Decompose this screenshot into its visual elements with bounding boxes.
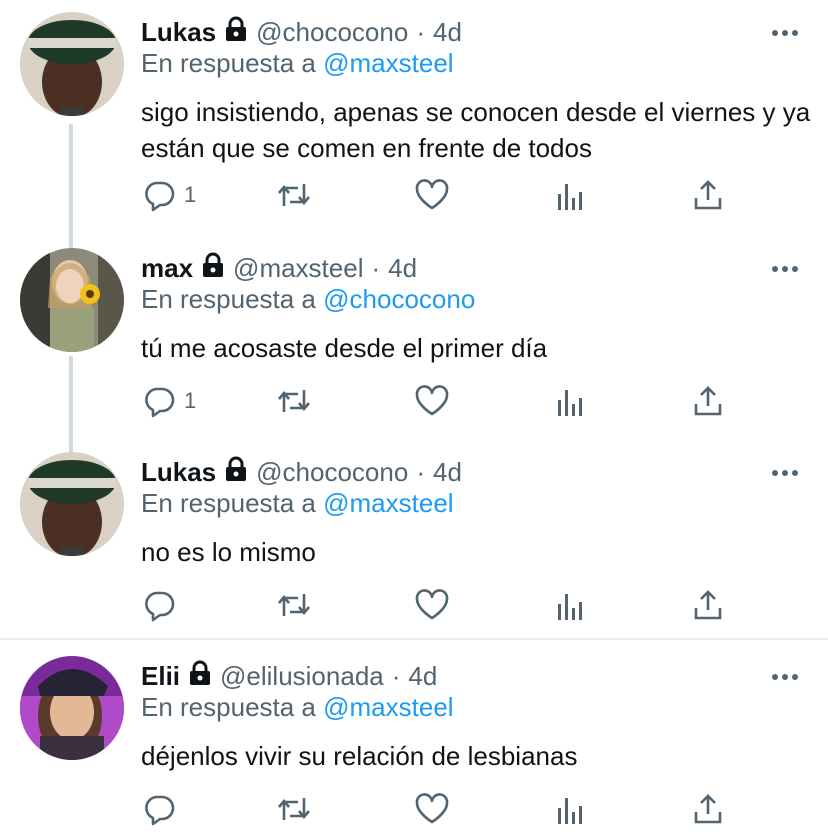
retweet-icon: [278, 594, 310, 616]
retweet-icon: [278, 184, 310, 206]
tweet-timestamp[interactable]: 4d: [433, 17, 462, 48]
reply-context: En respuesta a @maxsteel: [141, 692, 454, 723]
like-button[interactable]: [414, 384, 450, 418]
retweet-button[interactable]: [276, 178, 312, 212]
separator-dot: ·: [416, 456, 425, 487]
tweet-timestamp[interactable]: 4d: [408, 661, 437, 692]
reply-icon: [145, 591, 175, 622]
share-button[interactable]: [692, 792, 724, 826]
reply-context: En respuesta a @maxsteel: [141, 488, 454, 519]
tweet-divider: [0, 638, 828, 640]
reply-button[interactable]: [142, 588, 184, 622]
reply-icon: [145, 181, 175, 212]
share-button[interactable]: [692, 588, 724, 622]
heart-icon: [415, 179, 449, 210]
reply-prefix: En respuesta a: [141, 284, 316, 314]
more-options-icon[interactable]: [772, 24, 798, 42]
tweet-header: Lukas @chococono · 4d: [141, 12, 462, 52]
analytics-icon: [558, 798, 582, 824]
tweet-timestamp[interactable]: 4d: [388, 253, 417, 284]
retweet-button[interactable]: [276, 792, 312, 826]
analytics-icon: [558, 390, 582, 416]
tweet-header: max @maxsteel · 4d: [141, 248, 417, 288]
share-button[interactable]: [692, 178, 724, 212]
tweet[interactable]: Lukas @chococono · 4d En respuesta a @ma…: [0, 12, 828, 232]
share-icon: [694, 180, 722, 210]
analytics-button[interactable]: [556, 178, 586, 212]
tweet-actions: [0, 792, 828, 832]
avatar[interactable]: [20, 656, 124, 760]
reply-button[interactable]: 1: [142, 384, 196, 418]
user-handle[interactable]: @maxsteel: [233, 253, 363, 284]
reply-button[interactable]: 1: [142, 178, 196, 212]
tweet[interactable]: Elii @elilusionada · 4d En respuesta a @…: [0, 656, 828, 835]
avatar[interactable]: [20, 248, 124, 352]
retweet-button[interactable]: [276, 588, 312, 622]
lock-icon: [224, 456, 248, 489]
reply-button[interactable]: [142, 792, 184, 826]
share-button[interactable]: [692, 384, 724, 418]
retweet-icon: [278, 390, 310, 412]
avatar[interactable]: [20, 12, 124, 116]
lock-icon: [188, 660, 212, 693]
more-options-icon[interactable]: [772, 668, 798, 686]
reply-to-link[interactable]: @maxsteel: [323, 488, 453, 518]
tweet-actions: [0, 588, 828, 628]
avatar[interactable]: [20, 452, 124, 556]
reply-to-link[interactable]: @chococono: [323, 284, 475, 314]
heart-icon: [415, 385, 449, 416]
retweet-button[interactable]: [276, 384, 312, 418]
user-handle[interactable]: @elilusionada: [220, 661, 384, 692]
share-icon: [694, 386, 722, 416]
reply-to-link[interactable]: @maxsteel: [323, 48, 453, 78]
analytics-button[interactable]: [556, 792, 586, 826]
like-button[interactable]: [414, 792, 450, 826]
reply-icon: [145, 795, 175, 826]
analytics-icon: [558, 594, 582, 620]
lock-icon: [224, 16, 248, 49]
like-button[interactable]: [414, 178, 450, 212]
reply-context: En respuesta a @chococono: [141, 284, 475, 315]
tweet-text: no es lo mismo: [141, 537, 316, 567]
reply-prefix: En respuesta a: [141, 692, 316, 722]
tweet-header: Elii @elilusionada · 4d: [141, 656, 437, 696]
tweet-timestamp[interactable]: 4d: [433, 457, 462, 488]
analytics-button[interactable]: [556, 588, 586, 622]
more-options-icon[interactable]: [772, 260, 798, 278]
heart-icon: [415, 589, 449, 620]
separator-dot: ·: [416, 16, 425, 47]
reply-icon: [145, 387, 175, 418]
reply-to-link[interactable]: @maxsteel: [323, 692, 453, 722]
reply-prefix: En respuesta a: [141, 48, 316, 78]
retweet-icon: [278, 798, 310, 820]
share-icon: [694, 590, 722, 620]
analytics-button[interactable]: [556, 384, 586, 418]
analytics-icon: [558, 184, 582, 210]
tweet[interactable]: Lukas @chococono · 4d En respuesta a @ma…: [0, 452, 828, 636]
display-name[interactable]: Lukas: [141, 17, 216, 48]
tweet-actions: 1: [0, 384, 828, 424]
reply-context: En respuesta a @maxsteel: [141, 48, 454, 79]
like-button[interactable]: [414, 588, 450, 622]
tweet[interactable]: max @maxsteel · 4d En respuesta a @choco…: [0, 248, 828, 438]
lock-icon: [201, 252, 225, 285]
heart-icon: [415, 793, 449, 824]
user-handle[interactable]: @chococono: [256, 457, 408, 488]
tweet-text: tú me acosaste desde el primer día: [141, 333, 548, 363]
separator-dot: ·: [391, 660, 401, 691]
tweet-text: déjenlos vivir su relación de lesbianas: [141, 741, 578, 771]
reply-prefix: En respuesta a: [141, 488, 316, 518]
display-name[interactable]: Lukas: [141, 457, 216, 488]
display-name[interactable]: max: [141, 253, 193, 284]
tweet-header: Lukas @chococono · 4d: [141, 452, 462, 492]
tweet-actions: 1: [0, 178, 828, 218]
more-options-icon[interactable]: [772, 464, 798, 482]
separator-dot: ·: [371, 252, 381, 283]
share-icon: [694, 794, 722, 824]
user-handle[interactable]: @chococono: [256, 17, 408, 48]
display-name[interactable]: Elii: [141, 661, 180, 692]
reply-count: 1: [184, 182, 197, 207]
reply-count: 1: [184, 388, 197, 413]
tweet-text: sigo insistiendo, apenas se conocen desd…: [141, 97, 811, 163]
